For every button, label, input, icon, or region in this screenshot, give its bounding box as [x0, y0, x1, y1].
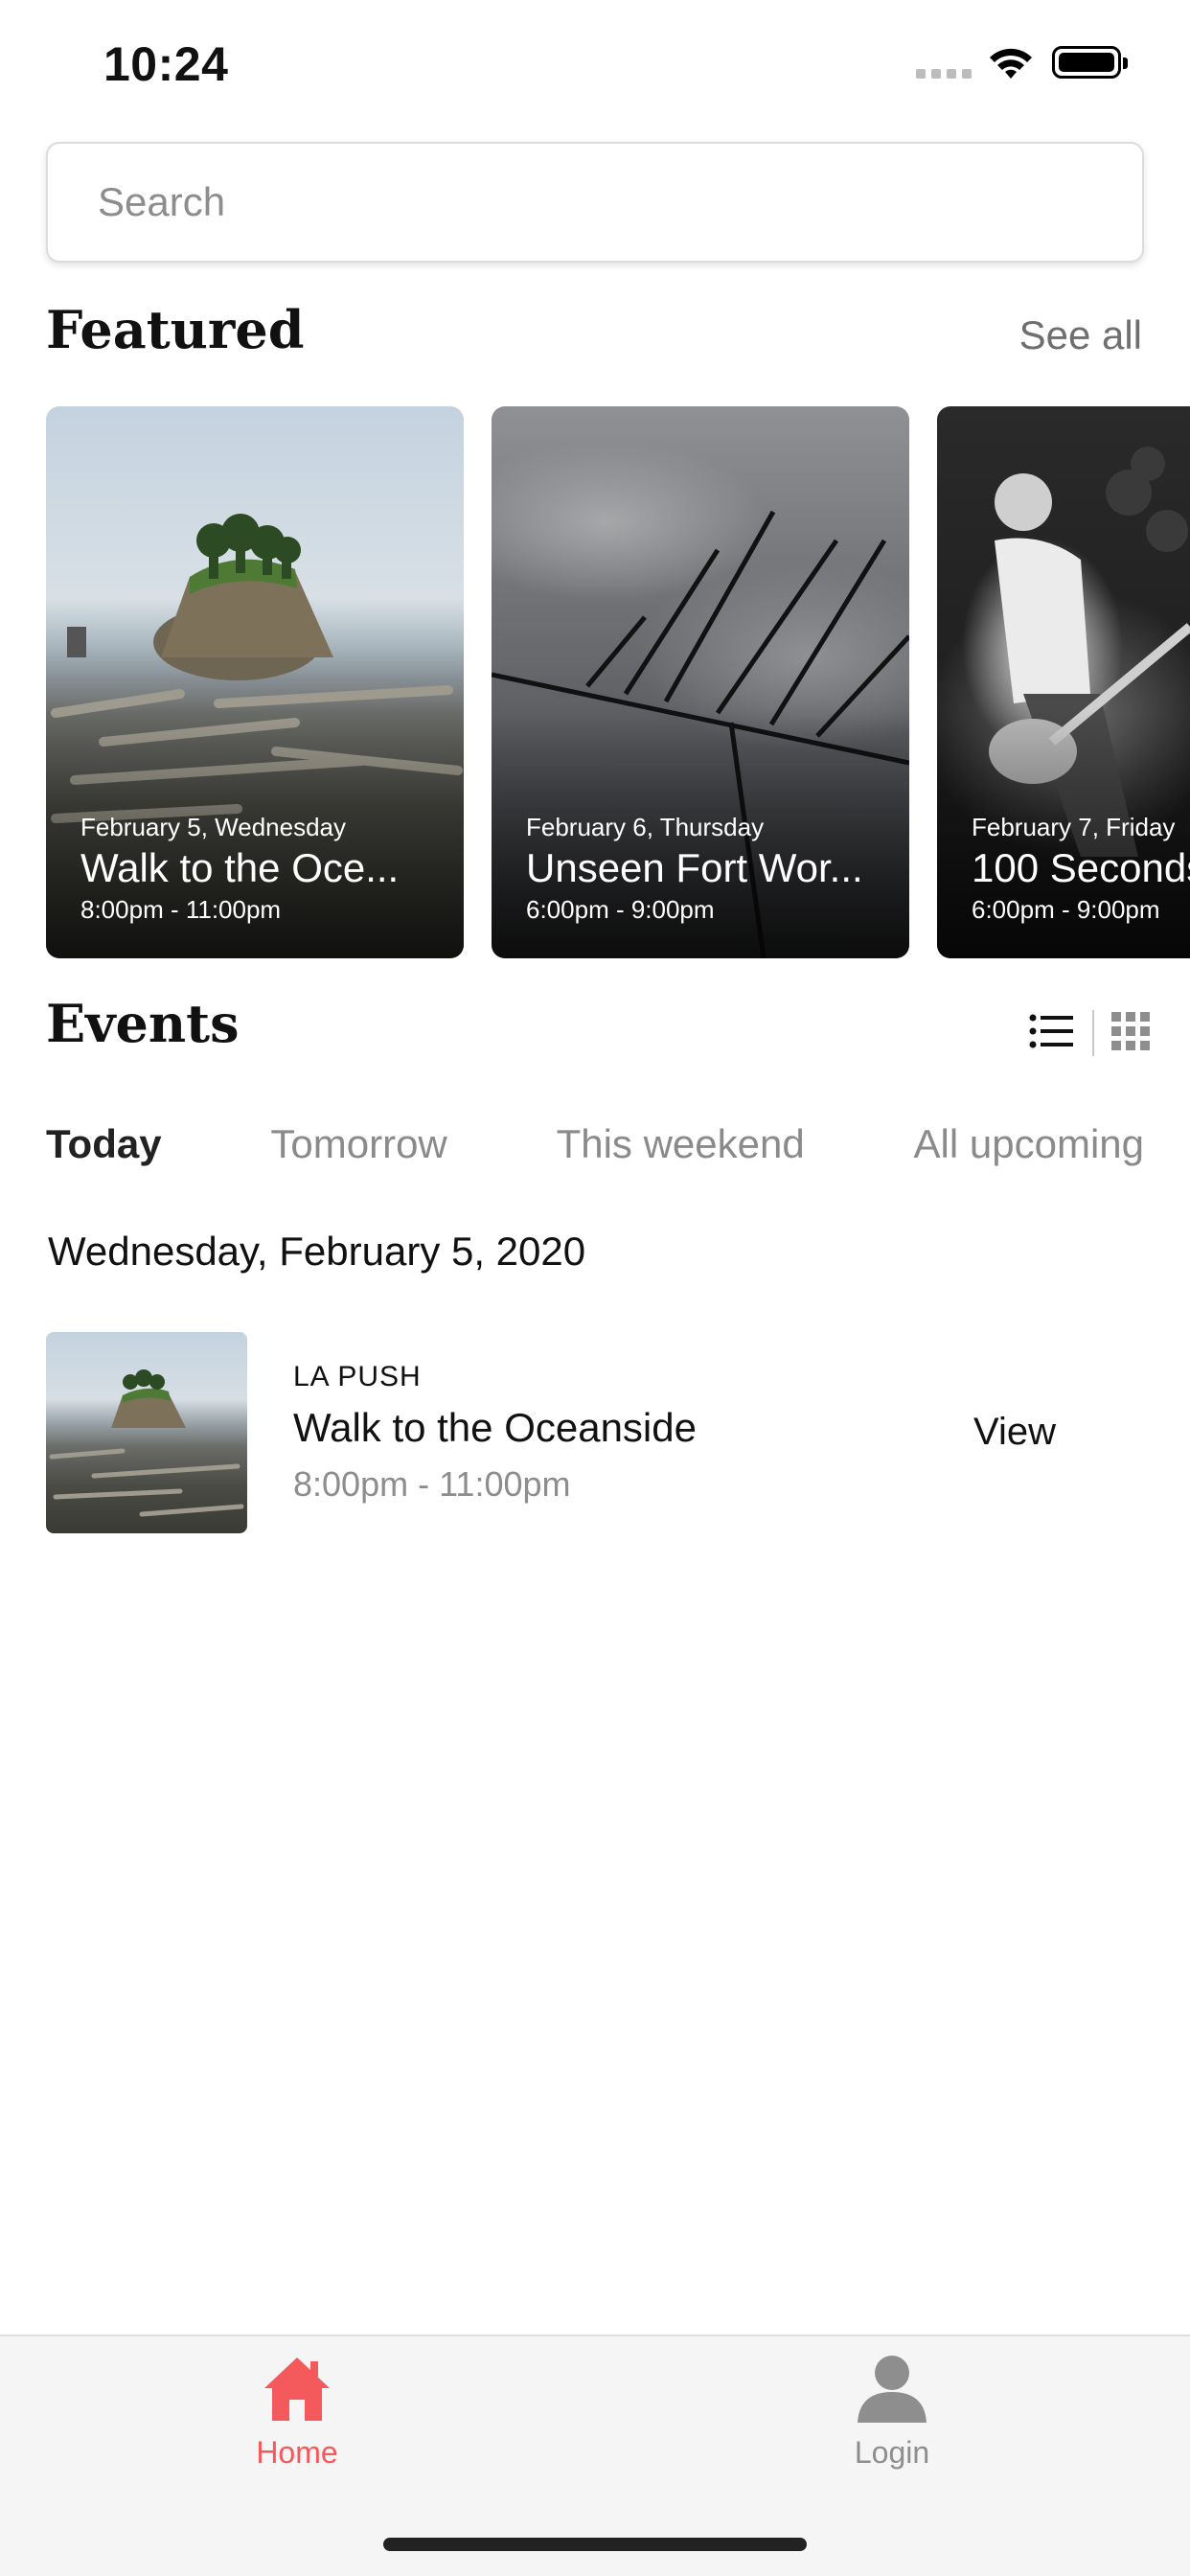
list-view-icon[interactable]: [1029, 1012, 1075, 1055]
featured-card-title: 100 Seconds: [972, 845, 1190, 890]
event-location: LA PUSH: [293, 1361, 422, 1392]
tabbar-label-home: Home: [256, 2435, 338, 2470]
featured-card[interactable]: February 6, Thursday Unseen Fort Wor... …: [492, 406, 909, 958]
cellular-signal-icon: [916, 69, 972, 79]
featured-title: Featured: [46, 299, 305, 360]
wifi-icon: [987, 44, 1035, 85]
user-icon: [858, 2356, 927, 2423]
view-button[interactable]: View: [973, 1411, 1056, 1454]
tab-all-upcoming[interactable]: All upcoming: [914, 1121, 1144, 1167]
tabbar-item-home[interactable]: Home: [182, 2354, 412, 2471]
see-all-link[interactable]: See all: [1019, 312, 1142, 358]
featured-card-date: February 5, Wednesday: [80, 813, 346, 841]
status-time: 10:24: [103, 37, 229, 91]
featured-card-title: Unseen Fort Wor...: [526, 845, 863, 890]
featured-card[interactable]: February 7, Friday 100 Seconds 6:00pm - …: [937, 406, 1190, 958]
view-toggle-divider: [1092, 1010, 1094, 1056]
search-input[interactable]: [48, 144, 1142, 261]
event-thumbnail[interactable]: [46, 1332, 247, 1533]
event-title[interactable]: Walk to the Oceanside: [293, 1405, 697, 1451]
tab-today[interactable]: Today: [46, 1121, 162, 1167]
view-toggle: [1029, 1010, 1150, 1056]
grid-view-icon[interactable]: [1111, 1011, 1150, 1055]
tab-tomorrow[interactable]: Tomorrow: [270, 1121, 446, 1167]
island-thumbnail-image: [49, 1369, 244, 1517]
featured-card-title: Walk to the Oce...: [80, 845, 400, 890]
featured-card-date: February 7, Friday: [972, 813, 1176, 841]
tabbar-label-login: Login: [854, 2435, 930, 2470]
home-icon: [264, 2358, 330, 2421]
tabbar-item-login[interactable]: Login: [777, 2354, 1007, 2471]
events-title: Events: [46, 993, 240, 1054]
tab-this-weekend[interactable]: This weekend: [557, 1121, 805, 1167]
featured-card-time: 8:00pm - 11:00pm: [80, 895, 282, 924]
event-time: 8:00pm - 11:00pm: [293, 1464, 571, 1504]
day-heading: Wednesday, February 5, 2020: [48, 1229, 586, 1274]
battery-icon: [1052, 46, 1128, 79]
event-tabs: Today Tomorrow This weekend All upcoming: [46, 1121, 1144, 1167]
home-indicator: [383, 2538, 807, 2551]
featured-card-time: 6:00pm - 9:00pm: [526, 895, 715, 924]
featured-card-time: 6:00pm - 9:00pm: [972, 895, 1160, 924]
featured-card[interactable]: February 5, Wednesday Walk to the Oce...…: [46, 406, 464, 958]
search-bar[interactable]: [46, 142, 1144, 263]
featured-card-date: February 6, Thursday: [526, 813, 765, 841]
